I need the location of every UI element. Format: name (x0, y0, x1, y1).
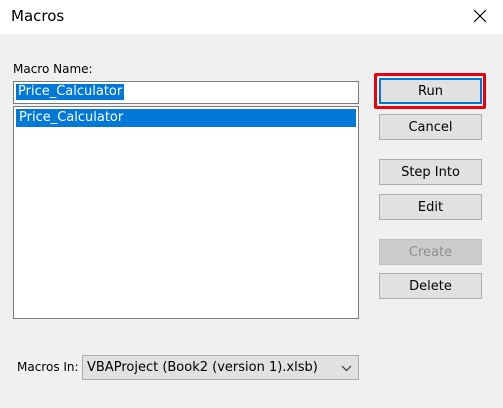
macro-name-input[interactable]: Price_Calculator (13, 81, 359, 104)
window-title: Macros (11, 7, 65, 25)
chevron-down-icon (341, 365, 352, 372)
macro-name-label: Macro Name: (13, 62, 93, 76)
create-button: Create (379, 239, 482, 265)
close-icon (473, 9, 487, 23)
macros-dialog: Macros Macro Name: Price_Calculator Pric… (0, 0, 503, 408)
macros-in-label: Macros In: (17, 360, 79, 374)
macros-in-value: VBAProject (Book2 (version 1).xlsb) (87, 360, 318, 375)
macros-in-select[interactable]: VBAProject (Book2 (version 1).xlsb) (82, 355, 359, 380)
run-button[interactable]: Run (379, 78, 482, 104)
macro-name-value: Price_Calculator (16, 84, 125, 100)
macro-list[interactable]: Price_Calculator (13, 106, 359, 319)
cancel-button[interactable]: Cancel (379, 114, 482, 140)
edit-button[interactable]: Edit (379, 194, 482, 220)
close-button[interactable] (463, 2, 497, 30)
title-bar: Macros (0, 0, 503, 34)
list-item[interactable]: Price_Calculator (16, 109, 356, 127)
step-into-button[interactable]: Step Into (379, 159, 482, 185)
delete-button[interactable]: Delete (379, 273, 482, 299)
